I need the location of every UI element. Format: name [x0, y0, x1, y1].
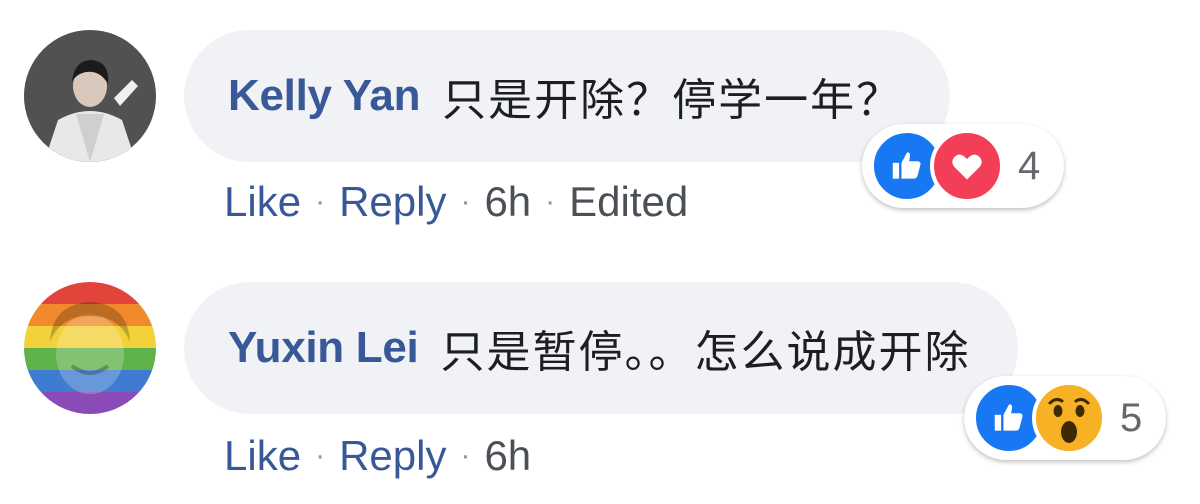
avatar[interactable]	[24, 282, 156, 414]
comment-text: 只是开除？停学一年？	[442, 75, 903, 126]
reply-link[interactable]: Reply	[339, 178, 446, 226]
edited-label[interactable]: Edited	[569, 178, 688, 226]
separator-dot: ·	[315, 185, 326, 218]
avatar[interactable]	[24, 30, 156, 162]
wow-icon	[1032, 381, 1106, 455]
timestamp[interactable]: 6h	[484, 432, 531, 480]
reaction-count: 5	[1120, 395, 1143, 440]
reactions-summary[interactable]: 4	[862, 124, 1065, 208]
separator-dot: ·	[545, 185, 556, 218]
separator-dot: ·	[315, 439, 326, 472]
love-icon	[930, 129, 1004, 203]
separator-dot: ·	[460, 185, 471, 218]
comment-bubble: Kelly Yan 只是开除？停学一年？	[184, 30, 951, 162]
reply-link[interactable]: Reply	[339, 432, 446, 480]
comment-author[interactable]: Kelly Yan	[228, 71, 420, 121]
timestamp[interactable]: 6h	[484, 178, 531, 226]
reaction-count: 4	[1018, 143, 1041, 188]
like-link[interactable]: Like	[224, 432, 301, 480]
comment-bubble: Yuxin Lei 只是暂停。。怎么说成开除	[184, 282, 1019, 414]
comment-text: 只是暂停。。怎么说成开除	[440, 327, 971, 378]
comment-actions: Like · Reply · 6h · Edited	[224, 178, 688, 226]
comment-actions: Like · Reply · 6h	[224, 432, 531, 480]
comment-author[interactable]: Yuxin Lei	[228, 323, 419, 373]
like-link[interactable]: Like	[224, 178, 301, 226]
separator-dot: ·	[460, 439, 471, 472]
reactions-summary[interactable]: 5	[964, 376, 1167, 460]
